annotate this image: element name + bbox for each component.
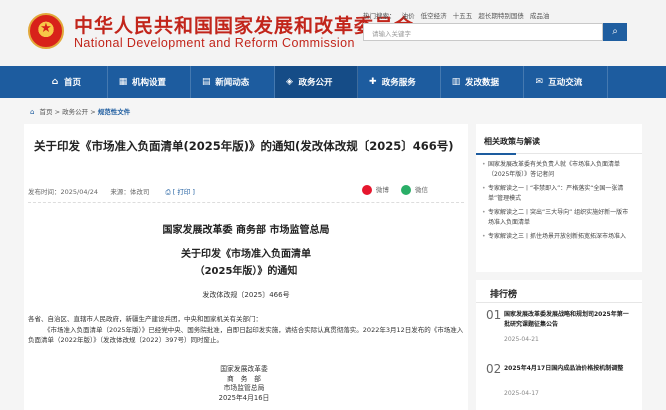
article-panel: 关于印发《市场准入负面清单(2025年版)》的通知(发改体改规〔2025〕466…: [24, 124, 468, 410]
issuing-authorities: 国家发展改革委 商务部 市场监管总局: [162, 225, 330, 236]
hot-word-link[interactable]: 十五五: [453, 12, 473, 20]
nav-item-organization[interactable]: ▦ 机构设置: [108, 66, 192, 98]
nav-item-label: 互动交流: [548, 78, 583, 88]
sign-date: 2025年4月16日: [218, 393, 270, 402]
rank-number: 02: [486, 362, 502, 376]
related-list: 国家发展改革委有关负责人就《市场准入负面清单（2025年版）》答记者问 专家解读…: [482, 160, 634, 246]
signer: 商 务 部: [227, 374, 261, 383]
nav-item-label: 机构设置: [132, 78, 167, 88]
chat-icon: ✉: [535, 77, 544, 87]
hot-word-link[interactable]: 超长期特别国债: [478, 12, 524, 20]
article-body: 各省、自治区、直辖市人民政府，新疆生产建设兵团，中央和国家机关有关部门： 《市场…: [28, 314, 464, 346]
data-icon: ▥: [451, 77, 461, 87]
hot-word-link[interactable]: 成品油: [530, 12, 550, 20]
wechat-icon[interactable]: [401, 185, 411, 195]
page-title: 关于印发《市场准入负面清单(2025年版)》的通知(发改体改规〔2025〕466…: [34, 139, 454, 153]
rank-date: 2025-04-21: [504, 336, 539, 343]
rank-title[interactable]: 国家发展改革委发展战略和规划司2025年第一批研究课题征集公告: [504, 310, 634, 329]
article-meta: 发布时间：2025/04/24 来源：体改司 ⎙ [ 打印 ]: [28, 186, 195, 197]
signer: 市场监管总局: [223, 384, 265, 392]
home-icon: ⌂: [30, 108, 35, 116]
article-source: 来源：体改司: [110, 188, 150, 196]
breadcrumb-current[interactable]: 规范性文件: [98, 108, 131, 116]
divider: [476, 302, 642, 303]
national-emblem-icon[interactable]: [28, 13, 64, 49]
weibo-icon[interactable]: [361, 185, 372, 195]
nav-item-data[interactable]: ▥ 发改数据: [441, 66, 525, 98]
nav-item-label: 政务服务: [381, 78, 416, 88]
signer: 国家发展改革委: [220, 365, 268, 373]
nav-item-label: 发改数据: [465, 78, 500, 88]
nav-item-label: 新闻动态: [215, 78, 250, 88]
nav-item-label: 首页: [64, 78, 82, 88]
open-icon: ◈: [286, 77, 293, 87]
breadcrumb-level1[interactable]: 政务公开: [62, 108, 88, 116]
search-button[interactable]: ⌕: [603, 23, 627, 41]
search-input[interactable]: 请输入关键字: [363, 23, 603, 41]
breadcrumb-separator: >: [90, 108, 98, 116]
related-policies-panel: 相关政策与解读 国家发展改革委有关负责人就《市场准入负面清单（2025年版）》答…: [476, 124, 642, 272]
related-link[interactable]: 国家发展改革委有关负责人就《市场准入负面清单（2025年版）》答记者问: [482, 160, 634, 180]
rank-title[interactable]: 2025年4月17日国内成品油价格按机制调整: [504, 364, 634, 374]
printer-icon: ⎙: [165, 188, 173, 196]
related-link[interactable]: 专家解读之二丨突出“三大导向” 组织实施好新一版市场准入负面清单: [482, 208, 634, 228]
print-button[interactable]: ⎙ [ 打印 ]: [165, 188, 195, 196]
nav-item-interaction[interactable]: ✉ 互动交流: [524, 66, 608, 98]
nav-item-services[interactable]: ✚ 政务服务: [358, 66, 441, 98]
site-title-en[interactable]: National Development and Reform Commissi…: [74, 36, 355, 50]
related-heading: 相关政策与解读: [484, 137, 540, 146]
news-icon: ▤: [201, 77, 211, 87]
main-nav: ⌂ 首页 ▦ 机构设置 ▤ 新闻动态 ◈ 政务公开 ✚ 政务服务 ▥ 发改数据 …: [0, 66, 666, 98]
document-title-line1: 关于印发《市场准入负面清单: [181, 249, 311, 260]
rank-number: 01: [486, 308, 502, 322]
nav-item-home[interactable]: ⌂ 首页: [0, 66, 108, 98]
building-icon: ▦: [118, 77, 128, 87]
hot-search-words: 热门搜索： 油价 低空经济 十五五 超长期特别国债 成品油: [363, 10, 553, 20]
related-link[interactable]: 专家解读之一丨“非禁即入”：严格落实“全国一张清单”管理模式: [482, 184, 634, 204]
hot-word-link[interactable]: 低空经济: [421, 12, 447, 20]
breadcrumb-separator: >: [54, 108, 63, 116]
publish-date: 发布时间：2025/04/24: [28, 188, 98, 196]
nav-item-label: 政务公开: [298, 78, 333, 88]
addressees: 各省、自治区、直辖市人民政府，新疆生产建设兵团，中央和国家机关有关部门：: [28, 315, 262, 323]
share-wechat-label[interactable]: 微信: [415, 186, 428, 194]
document-number: 发改体改规〔2025〕466号: [202, 291, 290, 299]
breadcrumb-home[interactable]: 首页: [40, 108, 53, 116]
nav-item-news[interactable]: ▤ 新闻动态: [191, 66, 275, 98]
breadcrumb: ⌂ 首页 > 政务公开 > 规范性文件: [30, 106, 130, 116]
print-label: [ 打印 ]: [172, 188, 195, 196]
divider: [476, 153, 642, 155]
ranking-panel: 排行榜 01 国家发展改革委发展战略和规划司2025年第一批研究课题征集公告 2…: [476, 280, 642, 410]
hot-search-label: 热门搜索：: [363, 12, 396, 20]
home-icon: ⌂: [51, 77, 59, 87]
signature-block: 国家发展改革委 商 务 部 市场监管总局 2025年4月16日: [199, 365, 289, 403]
share-bar: 微博 微信: [352, 184, 428, 195]
rank-date: 2025-04-17: [504, 390, 539, 397]
nav-item-open-government[interactable]: ◈ 政务公开: [274, 66, 358, 98]
site-header: 中华人民共和国国家发展和改革委员会 National Development a…: [0, 0, 666, 66]
share-weibo-label[interactable]: 微博: [376, 186, 389, 194]
document-title-line2: （2025年版）》的通知: [194, 266, 298, 277]
ranking-heading: 排行榜: [490, 290, 518, 300]
body-paragraph: 《市场准入负面清单（2025年版）》已经党中央、国务院批准，自即日起印发实施，请…: [28, 325, 464, 345]
service-icon: ✚: [368, 77, 377, 87]
related-link[interactable]: 专家解读之三丨抓住场景开放创新拓宽拓深市场准入: [482, 232, 634, 242]
search-icon: ⌕: [612, 26, 618, 37]
hot-word-link[interactable]: 油价: [402, 12, 415, 20]
divider: [28, 202, 464, 203]
